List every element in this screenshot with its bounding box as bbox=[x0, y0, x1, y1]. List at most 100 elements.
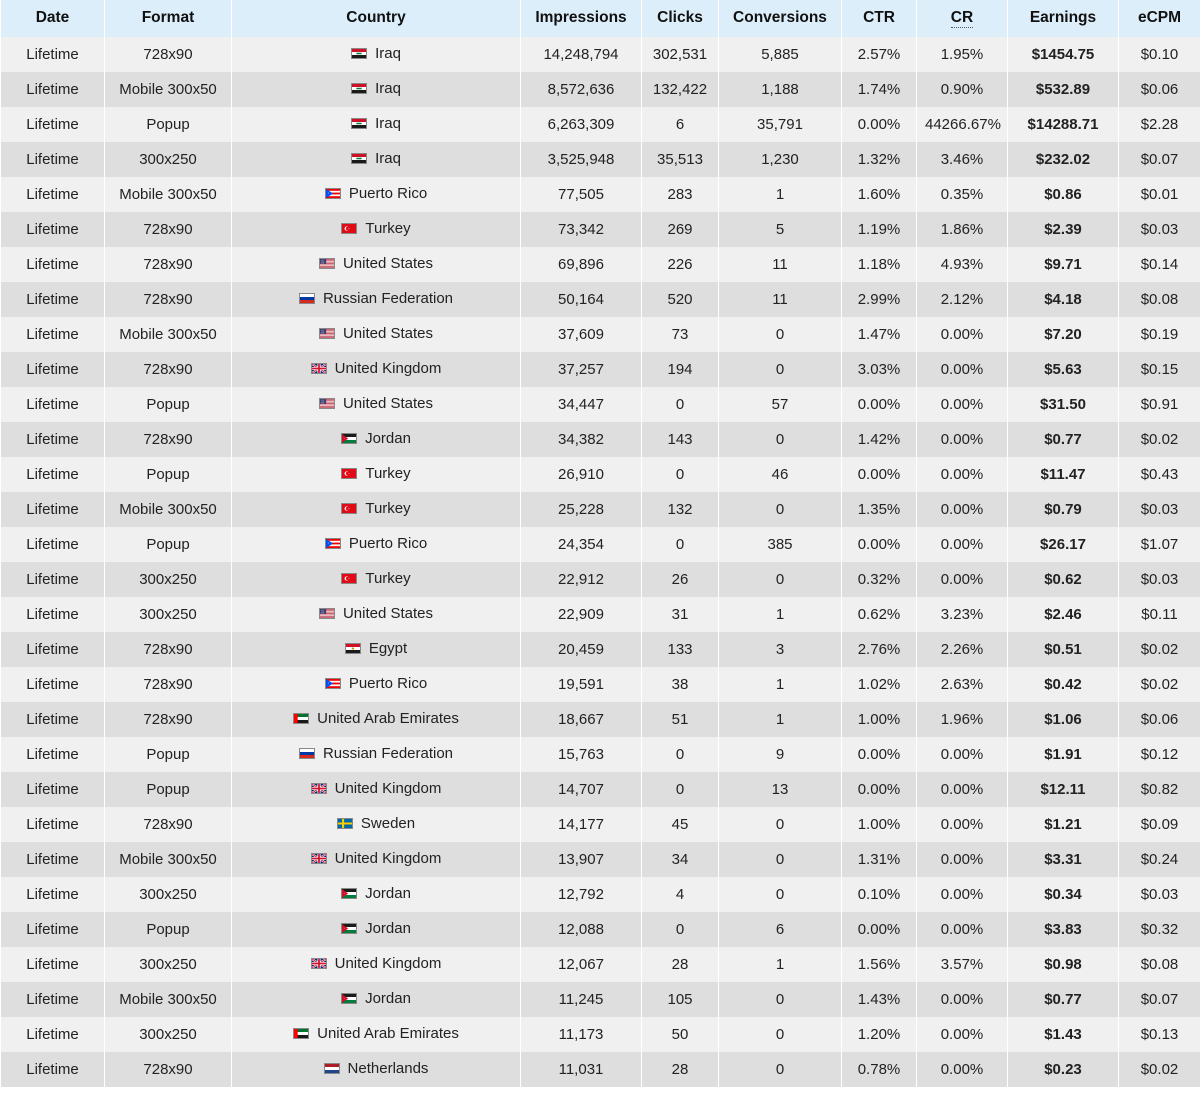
table-row[interactable]: Lifetime Mobile 300x50 United Kingdom 13,90… bbox=[1, 842, 1200, 877]
table-row[interactable]: Lifetime 300x250 United Kingdom 12,067 28 1 1.… bbox=[1, 947, 1200, 982]
cell-ecpm: $0.02 bbox=[1119, 422, 1200, 457]
netherlands-flag-icon bbox=[323, 1063, 340, 1074]
turkey-flag-icon bbox=[341, 573, 358, 584]
column-header-label: Clicks bbox=[657, 9, 703, 26]
table-row[interactable]: Lifetime Popup Puerto Rico 24,354 0 385 0.00% 0… bbox=[1, 527, 1200, 562]
cell-date: Lifetime bbox=[1, 982, 104, 1017]
cell-earnings: $1.91 bbox=[1008, 737, 1118, 772]
table-row[interactable]: Lifetime 728x90 Netherlands 11,031 28 0 0.78% 0… bbox=[1, 1052, 1200, 1087]
cell-conversions: 13 bbox=[719, 772, 841, 807]
cell-cr: 0.00% bbox=[917, 562, 1007, 597]
cell-ctr: 0.00% bbox=[842, 772, 916, 807]
cell-ctr: 1.42% bbox=[842, 422, 916, 457]
cell-cr: 0.00% bbox=[917, 527, 1007, 562]
puerto-rico-flag-icon bbox=[324, 188, 341, 199]
country-name-label: Egypt bbox=[368, 640, 408, 657]
statistics-table: Date Format Country Impressions Clicks Conver… bbox=[0, 0, 1200, 1087]
table-row[interactable]: Lifetime Mobile 300x50 Jordan 11,245 105 0 1.4… bbox=[1, 982, 1200, 1017]
cell-impressions: 18,667 bbox=[521, 702, 641, 737]
table-row[interactable]: Lifetime 728x90 Turkey 73,342 269 5 1.19% 1.86%… bbox=[1, 212, 1200, 247]
cell-ctr: 0.00% bbox=[842, 107, 916, 142]
cell-ctr: 0.32% bbox=[842, 562, 916, 597]
cell-format: Popup bbox=[105, 912, 231, 947]
column-header-conversions[interactable]: Conversions bbox=[719, 0, 841, 37]
cell-country: Russian Federation bbox=[232, 282, 520, 317]
cell-conversions: 0 bbox=[719, 877, 841, 912]
country-name-label: Jordan bbox=[365, 990, 411, 1007]
table-row[interactable]: Lifetime Popup Turkey 26,910 0 46 0.00% 0.00% $1… bbox=[1, 457, 1200, 492]
cell-format: 728x90 bbox=[105, 667, 231, 702]
table-row[interactable]: Lifetime 728x90 United Kingdom 37,257 194 0 3.… bbox=[1, 352, 1200, 387]
cell-conversions: 1 bbox=[719, 702, 841, 737]
table-row[interactable]: Lifetime Popup Russian Federation 15,763 0 9 0… bbox=[1, 737, 1200, 772]
cell-ctr: 0.78% bbox=[842, 1052, 916, 1087]
country-name-label: United Kingdom bbox=[334, 780, 442, 797]
country-cell-content: Puerto Rico bbox=[324, 676, 427, 691]
column-header-cr[interactable]: CR bbox=[917, 0, 1007, 37]
cell-impressions: 22,912 bbox=[521, 562, 641, 597]
cell-format: Popup bbox=[105, 772, 231, 807]
table-row[interactable]: Lifetime 300x250 Iraq 3,525,948 35,513 1,230 1… bbox=[1, 142, 1200, 177]
column-header-impressions[interactable]: Impressions bbox=[521, 0, 641, 37]
country-name-label: United Arab Emirates bbox=[317, 1025, 459, 1042]
cell-format: Mobile 300x50 bbox=[105, 842, 231, 877]
cell-conversions: 1 bbox=[719, 597, 841, 632]
column-header-clicks[interactable]: Clicks bbox=[642, 0, 718, 37]
united-kingdom-flag-icon bbox=[310, 853, 327, 864]
column-header-format[interactable]: Format bbox=[105, 0, 231, 37]
cell-impressions: 37,609 bbox=[521, 317, 641, 352]
united-states-flag-icon bbox=[318, 258, 335, 269]
cell-format: Mobile 300x50 bbox=[105, 492, 231, 527]
cell-country: Puerto Rico bbox=[232, 667, 520, 702]
table-row[interactable]: Lifetime Mobile 300x50 United States 37,609… bbox=[1, 317, 1200, 352]
table-row[interactable]: Lifetime 728x90 Iraq 14,248,794 302,531 5,885… bbox=[1, 37, 1200, 72]
cell-country: Jordan bbox=[232, 912, 520, 947]
cell-format: Popup bbox=[105, 387, 231, 422]
column-header-date[interactable]: Date bbox=[1, 0, 104, 37]
table-row[interactable]: Lifetime Popup Jordan 12,088 0 6 0.00% 0.00% $3.… bbox=[1, 912, 1200, 947]
table-row[interactable]: Lifetime Mobile 300x50 Iraq 8,572,636 132,42… bbox=[1, 72, 1200, 107]
table-row[interactable]: Lifetime 728x90 United Arab Emirates 18,667… bbox=[1, 702, 1200, 737]
country-name-label: Turkey bbox=[365, 220, 411, 237]
cell-date: Lifetime bbox=[1, 317, 104, 352]
table-row[interactable]: Lifetime 728x90 Jordan 34,382 143 0 1.42% 0.00%… bbox=[1, 422, 1200, 457]
cell-earnings: $11.47 bbox=[1008, 457, 1118, 492]
column-header-country[interactable]: Country bbox=[232, 0, 520, 37]
table-row[interactable]: Lifetime Popup United States 34,447 0 57 0.00%… bbox=[1, 387, 1200, 422]
table-row[interactable]: Lifetime Popup Iraq 6,263,309 6 35,791 0.00% 44… bbox=[1, 107, 1200, 142]
sweden-flag-icon bbox=[336, 818, 353, 829]
column-header-ecpm[interactable]: eCPM bbox=[1119, 0, 1200, 37]
cell-date: Lifetime bbox=[1, 947, 104, 982]
table-row[interactable]: Lifetime 728x90 Egypt 20,459 133 3 2.76% 2.26% $… bbox=[1, 632, 1200, 667]
table-row[interactable]: Lifetime 728x90 Sweden 14,177 45 0 1.00% 0.00% $… bbox=[1, 807, 1200, 842]
country-name-label: Jordan bbox=[365, 430, 411, 447]
cell-country: Sweden bbox=[232, 807, 520, 842]
column-header-ctr[interactable]: CTR bbox=[842, 0, 916, 37]
cell-conversions: 0 bbox=[719, 317, 841, 352]
table-row[interactable]: Lifetime Popup United Kingdom 14,707 0 13 0.00… bbox=[1, 772, 1200, 807]
table-row[interactable]: Lifetime 728x90 Puerto Rico 19,591 38 1 1.02% 2… bbox=[1, 667, 1200, 702]
cell-impressions: 14,248,794 bbox=[521, 37, 641, 72]
cell-conversions: 46 bbox=[719, 457, 841, 492]
cell-impressions: 25,228 bbox=[521, 492, 641, 527]
table-row[interactable]: Lifetime Mobile 300x50 Puerto Rico 77,505 28… bbox=[1, 177, 1200, 212]
cell-ecpm: $0.02 bbox=[1119, 1052, 1200, 1087]
cell-cr: 0.00% bbox=[917, 352, 1007, 387]
cell-country: United Kingdom bbox=[232, 352, 520, 387]
table-row[interactable]: Lifetime 300x250 United Arab Emirates 11,17… bbox=[1, 1017, 1200, 1052]
cell-conversions: 6 bbox=[719, 912, 841, 947]
country-cell-content: Russian Federation bbox=[298, 291, 453, 306]
table-row[interactable]: Lifetime 300x250 United States 22,909 31 1 0.6… bbox=[1, 597, 1200, 632]
table-row[interactable]: Lifetime 300x250 Jordan 12,792 4 0 0.10% 0.00% $… bbox=[1, 877, 1200, 912]
table-row[interactable]: Lifetime Mobile 300x50 Turkey 25,228 132 0 1.3… bbox=[1, 492, 1200, 527]
turkey-flag-icon bbox=[341, 223, 358, 234]
cell-conversions: 0 bbox=[719, 562, 841, 597]
cell-impressions: 15,763 bbox=[521, 737, 641, 772]
table-row[interactable]: Lifetime 728x90 United States 69,896 226 11 1.… bbox=[1, 247, 1200, 282]
table-row[interactable]: Lifetime 728x90 Russian Federation 50,164 52… bbox=[1, 282, 1200, 317]
table-row[interactable]: Lifetime 300x250 Turkey 22,912 26 0 0.32% 0.00%… bbox=[1, 562, 1200, 597]
cell-impressions: 24,354 bbox=[521, 527, 641, 562]
united-kingdom-flag-icon bbox=[310, 958, 327, 969]
column-header-earnings[interactable]: Earnings bbox=[1008, 0, 1118, 37]
country-cell-content: Iraq bbox=[351, 46, 401, 61]
